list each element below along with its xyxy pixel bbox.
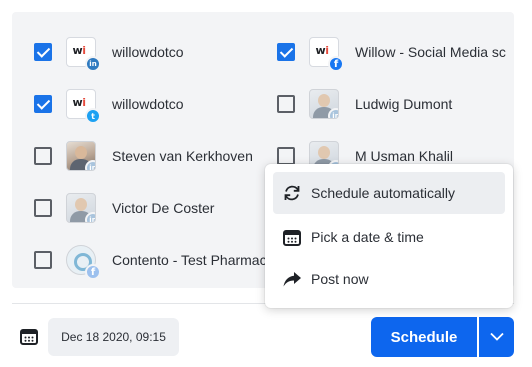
menu-item-label: Post now: [311, 271, 369, 287]
schedule-options-menu: Schedule automatically Pick a date & tim…: [265, 164, 513, 308]
account-row[interactable]: wi in willowdotco: [34, 34, 184, 72]
schedule-button[interactable]: Schedule: [371, 317, 477, 357]
account-checkbox[interactable]: [34, 43, 52, 61]
menu-item-schedule-automatically[interactable]: Schedule automatically: [273, 172, 505, 214]
chevron-down-icon: [489, 328, 504, 346]
account-row[interactable]: wi f Willow - Social Media sc: [277, 34, 506, 72]
account-name: Ludwig Dumont: [355, 96, 453, 112]
account-checkbox[interactable]: [34, 251, 52, 269]
account-row[interactable]: f Contento - Test Pharmac: [34, 242, 267, 280]
linkedin-icon: in: [85, 212, 95, 222]
avatar: f: [66, 245, 101, 280]
account-checkbox[interactable]: [277, 43, 295, 61]
avatar: in: [66, 193, 96, 223]
facebook-icon: f: [85, 264, 101, 280]
account-name: Willow - Social Media sc: [355, 44, 506, 60]
avatar: wi in: [66, 37, 101, 72]
linkedin-icon: in: [85, 56, 101, 72]
avatar: wi t: [66, 89, 101, 124]
facebook-icon: f: [328, 56, 344, 72]
refresh-icon: [281, 182, 303, 204]
willow-logo-icon: wi: [72, 95, 87, 109]
account-row[interactable]: in Ludwig Dumont: [277, 86, 452, 122]
account-name: Steven van Kerkhoven: [112, 148, 253, 164]
willow-logo-icon: wi: [315, 43, 330, 57]
menu-item-label: Schedule automatically: [311, 185, 455, 201]
avatar: wi f: [309, 37, 344, 72]
account-checkbox[interactable]: [277, 147, 295, 165]
account-name: Victor De Coster: [112, 200, 215, 216]
account-name: M Usman Khalil: [355, 148, 454, 164]
avatar: in: [309, 89, 339, 119]
linkedin-icon: in: [328, 108, 338, 118]
schedule-date-field[interactable]: Dec 18 2020, 09:15: [48, 318, 179, 356]
twitter-icon: t: [85, 108, 101, 124]
account-row[interactable]: wi t willowdotco: [34, 86, 184, 124]
account-checkbox[interactable]: [34, 199, 52, 217]
account-checkbox[interactable]: [277, 95, 295, 113]
avatar: in: [66, 141, 96, 171]
account-checkbox[interactable]: [34, 95, 52, 113]
calendar-icon[interactable]: [20, 328, 38, 345]
share-arrow-icon: [281, 268, 303, 290]
linkedin-icon: in: [85, 160, 95, 170]
account-row[interactable]: in Steven van Kerkhoven: [34, 138, 253, 174]
account-checkbox[interactable]: [34, 147, 52, 165]
account-row[interactable]: in Victor De Coster: [34, 190, 214, 226]
account-name: willowdotco: [112, 44, 184, 60]
menu-item-label: Pick a date & time: [311, 229, 424, 245]
menu-item-post-now[interactable]: Post now: [273, 258, 505, 300]
schedule-options-button[interactable]: [479, 317, 514, 357]
account-name: Contento - Test Pharmac: [112, 252, 267, 268]
calendar-icon: [281, 226, 303, 248]
willow-logo-icon: wi: [72, 43, 87, 57]
account-name: willowdotco: [112, 96, 184, 112]
menu-item-pick-date-time[interactable]: Pick a date & time: [273, 216, 505, 258]
